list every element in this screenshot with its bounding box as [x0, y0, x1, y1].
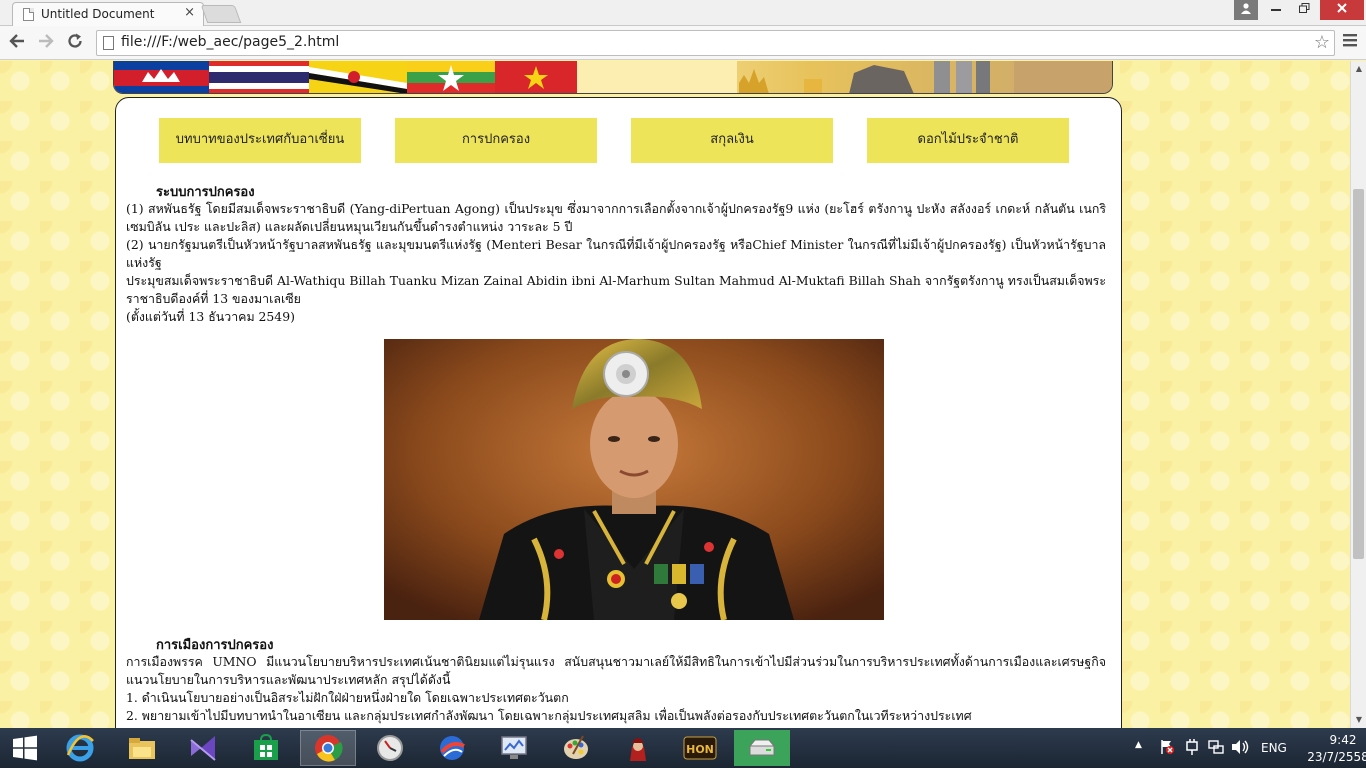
tab-close-icon[interactable]: ×: [184, 5, 195, 20]
visual-studio-icon[interactable]: [176, 730, 232, 766]
network-icon[interactable]: [1208, 739, 1224, 758]
content-panel: บทบาทของประเทศกับอาเซี่ยน การปกครอง สกุล…: [115, 97, 1122, 728]
windows-taskbar: HON ▲ ENG 9:42 23/7/2558: [0, 728, 1366, 768]
windows-store-icon[interactable]: [238, 730, 294, 766]
clock-time[interactable]: 9:42: [1313, 733, 1366, 747]
menu-currency[interactable]: สกุลเงิน: [631, 118, 833, 163]
chrome-icon[interactable]: [300, 730, 356, 766]
page-icon: [103, 36, 114, 50]
monitor-tool-icon[interactable]: [486, 730, 542, 766]
back-arrow-icon[interactable]: [6, 32, 28, 54]
browser-tab[interactable]: Untitled Document ×: [12, 2, 204, 26]
king-portrait-image: [384, 339, 884, 620]
removable-drive-icon[interactable]: [734, 730, 790, 766]
section-heading-politics: การเมืองการปกครอง: [156, 638, 274, 653]
list-item: 2. พยายามเข้าไปมีบทบาทนำในอาเซียน และกลุ…: [126, 708, 972, 723]
restore-button[interactable]: [1290, 0, 1318, 20]
paragraph: (1) สหพันธรัฐ โดยมีสมเด็จพระราชาธิบดี (Y…: [126, 201, 1106, 234]
address-bar[interactable]: file:///F:/web_aec/page5_2.html ☆: [96, 30, 1335, 56]
browser-titlebar: Untitled Document ×: [0, 0, 1366, 26]
scroll-down-arrow-icon[interactable]: ▼: [1351, 712, 1366, 728]
user-profile-icon[interactable]: [1234, 0, 1258, 20]
file-explorer-icon[interactable]: [114, 730, 170, 766]
action-center-flag-icon[interactable]: [1159, 739, 1175, 758]
menu-government[interactable]: การปกครอง: [395, 118, 597, 163]
asean-flags-banner: [113, 61, 1113, 94]
tab-title: Untitled Document: [41, 7, 155, 21]
list-item: 1. ดำเนินนโยบายอย่างเป็นอิสระไม่ฝักใฝ่ฝ่…: [126, 690, 569, 705]
scroll-thumb[interactable]: [1353, 189, 1364, 559]
clock-date[interactable]: 23/7/2558: [1303, 750, 1366, 764]
page-viewport: บทบาทของประเทศกับอาเซี่ยน การปกครอง สกุล…: [0, 61, 1366, 728]
internet-explorer-icon[interactable]: [52, 730, 108, 766]
menu-national-flower[interactable]: ดอกไม้ประจำชาติ: [867, 118, 1069, 163]
document-icon: [23, 8, 34, 21]
app-sphere-icon[interactable]: [424, 730, 480, 766]
paragraph: (2) นายกรัฐมนตรีเป็นหัวหน้ารัฐบาลสหพันธร…: [126, 237, 1106, 270]
windows-start-icon[interactable]: [0, 730, 50, 766]
hon-game-icon[interactable]: HON: [672, 730, 728, 766]
browser-toolbar: file:///F:/web_aec/page5_2.html ☆: [0, 26, 1366, 60]
power-plug-icon[interactable]: [1185, 739, 1199, 758]
section-heading-government-system: ระบบการปกครอง: [156, 185, 255, 200]
input-language[interactable]: ENG: [1261, 741, 1287, 755]
close-window-button[interactable]: [1320, 0, 1364, 20]
vertical-scrollbar[interactable]: ▲ ▼: [1350, 61, 1366, 728]
clock-tool-icon[interactable]: [362, 730, 418, 766]
forward-arrow-icon[interactable]: [35, 32, 57, 54]
paint-palette-icon[interactable]: [548, 730, 604, 766]
volume-icon[interactable]: [1231, 739, 1249, 758]
paragraph: (ตั้งแต่วันที่ 13 ธันวาคม 2549): [126, 309, 295, 324]
show-hidden-icons-icon[interactable]: ▲: [1135, 740, 1142, 750]
reload-icon[interactable]: [64, 32, 86, 54]
paragraph: ประมุขสมเด็จพระราชาธิบดี Al-Wathiqu Bill…: [126, 273, 1106, 306]
menu-role-in-asean[interactable]: บทบาทของประเทศกับอาเซี่ยน: [159, 118, 361, 163]
paragraph: การเมืองพรรค UMNO มีแนวนโยบายบริหารประเท…: [126, 654, 1106, 687]
svg-text:HON: HON: [686, 743, 714, 756]
new-tab-button[interactable]: [200, 5, 242, 23]
bookmark-star-icon[interactable]: ☆: [1314, 32, 1330, 53]
scroll-up-arrow-icon[interactable]: ▲: [1351, 61, 1366, 77]
game-character-icon[interactable]: [610, 730, 666, 766]
address-url[interactable]: file:///F:/web_aec/page5_2.html: [121, 34, 339, 50]
banner-image: [114, 61, 1112, 93]
hamburger-menu-icon[interactable]: [1340, 32, 1360, 52]
minimize-button[interactable]: [1262, 0, 1290, 20]
